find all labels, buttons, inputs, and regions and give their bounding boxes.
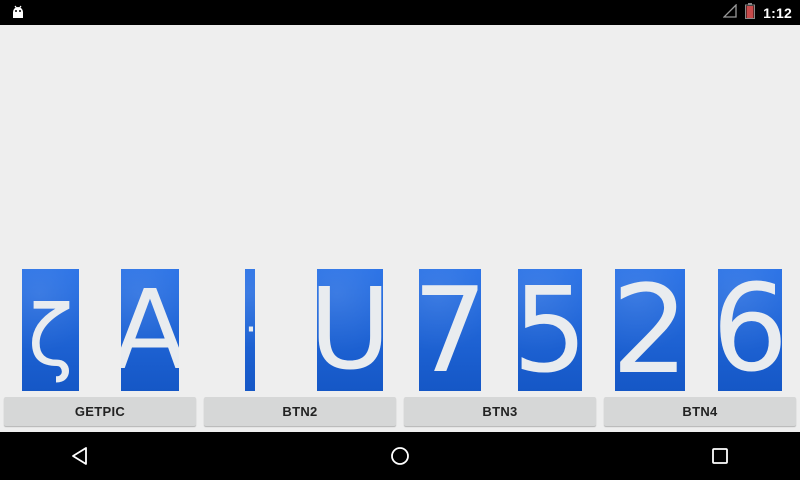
- status-time: 1:12: [763, 4, 792, 21]
- plate-char: A: [121, 269, 179, 391]
- btn2-button[interactable]: BTN2: [204, 397, 396, 426]
- recents-icon: [712, 448, 728, 464]
- navigation-bar: [0, 432, 800, 480]
- plate-char: ·: [245, 269, 255, 391]
- recents-button[interactable]: [690, 432, 750, 480]
- plate-char-tile-5: 7: [419, 269, 481, 391]
- status-bar: 1:12: [0, 0, 800, 25]
- btn4-button[interactable]: BTN4: [604, 397, 796, 426]
- back-icon: [72, 447, 87, 465]
- battery-icon: [745, 2, 756, 23]
- getpic-button[interactable]: GETPIC: [4, 397, 196, 426]
- plate-char: 5: [518, 269, 582, 391]
- signal-icon: [722, 3, 737, 22]
- home-button[interactable]: [370, 432, 430, 480]
- back-button[interactable]: [50, 432, 110, 480]
- plate-char: 7: [419, 269, 481, 391]
- plate-char-tile-7: 2: [615, 269, 685, 391]
- plate-char: 2: [615, 269, 685, 391]
- plate-char-tile-1: ζ: [22, 269, 79, 391]
- plate-char-tile-2: A: [121, 269, 179, 391]
- plate-char: U: [317, 269, 383, 391]
- plate-char-tile-8: 6: [718, 269, 782, 391]
- plate-char-tile-3: ·: [245, 269, 255, 391]
- home-icon: [391, 447, 409, 465]
- plate-char: 6: [718, 269, 782, 391]
- android-icon: [10, 4, 26, 20]
- plate-char: ζ: [27, 287, 74, 385]
- plate-char-tile-6: 5: [518, 269, 582, 391]
- plate-char-tile-4: U: [317, 269, 383, 391]
- btn3-button[interactable]: BTN3: [404, 397, 596, 426]
